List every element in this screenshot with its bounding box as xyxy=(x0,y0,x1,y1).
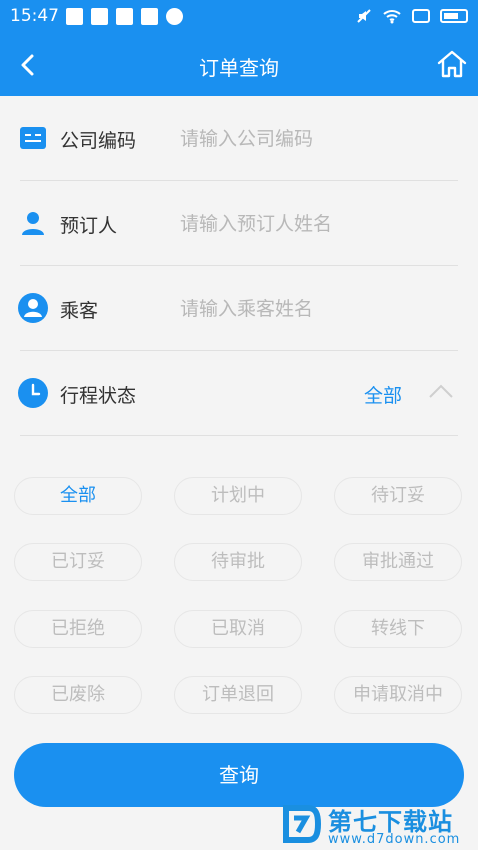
trip-status-label: 行程状态 xyxy=(60,385,137,407)
order-search-form: 公司编码 预订人 乘客 行程状态 全部 xyxy=(0,96,478,436)
id-card-icon xyxy=(20,127,46,149)
company-code-label: 公司编码 xyxy=(60,130,137,152)
screen-icon xyxy=(412,9,430,23)
header: 订单查询 xyxy=(0,34,478,96)
company-code-row: 公司编码 xyxy=(20,96,458,181)
status-option-cancel-requested[interactable]: 申请取消中 xyxy=(334,676,462,714)
clock-icon xyxy=(18,378,48,408)
notification-icons xyxy=(66,8,183,25)
status-option-returned[interactable]: 订单退回 xyxy=(174,676,302,714)
broom-notification-icon xyxy=(116,8,133,25)
image-notification-icon xyxy=(91,8,108,25)
chevron-up-icon[interactable] xyxy=(428,383,454,399)
status-option-cancelled[interactable]: 已取消 xyxy=(174,610,302,648)
passenger-row: 乘客 xyxy=(18,266,458,351)
passenger-input[interactable] xyxy=(178,290,452,328)
trip-status-row[interactable]: 行程状态 全部 xyxy=(18,351,458,436)
status-option-approved[interactable]: 审批通过 xyxy=(334,543,462,581)
watermark: 第七下载站 www.d7down.com xyxy=(282,800,478,850)
booker-input[interactable] xyxy=(178,205,452,243)
status-option-offline[interactable]: 转线下 xyxy=(334,610,462,648)
status-option-pending-booking[interactable]: 待订妥 xyxy=(334,477,462,515)
watermark-url: www.d7down.com xyxy=(328,832,461,847)
status-bar: 15:47 xyxy=(0,0,478,34)
passenger-label: 乘客 xyxy=(60,300,99,322)
upload-notification-icon xyxy=(141,8,158,25)
home-icon[interactable] xyxy=(436,48,468,80)
user-notification-icon xyxy=(166,8,183,25)
passenger-avatar-icon xyxy=(18,293,48,323)
status-time: 15:47 xyxy=(10,6,59,26)
booker-label: 预订人 xyxy=(60,215,118,237)
status-option-planned[interactable]: 计划中 xyxy=(174,477,302,515)
system-icons xyxy=(356,8,468,24)
status-option-voided[interactable]: 已废除 xyxy=(14,676,142,714)
trip-status-value[interactable]: 全部 xyxy=(364,381,402,408)
list-notification-icon xyxy=(66,8,83,25)
page-title: 订单查询 xyxy=(199,56,279,80)
person-icon xyxy=(22,212,44,235)
status-option-pending-approval[interactable]: 待审批 xyxy=(174,543,302,581)
query-button[interactable]: 查询 xyxy=(14,743,464,807)
booker-row: 预订人 xyxy=(20,181,458,266)
wifi-icon xyxy=(383,10,401,24)
mute-icon xyxy=(357,9,371,23)
status-option-rejected[interactable]: 已拒绝 xyxy=(14,610,142,648)
company-code-input[interactable] xyxy=(178,120,452,158)
battery-icon xyxy=(440,9,468,23)
status-option-all[interactable]: 全部 xyxy=(14,477,142,515)
status-option-booked[interactable]: 已订妥 xyxy=(14,543,142,581)
site-logo-icon xyxy=(283,805,322,843)
